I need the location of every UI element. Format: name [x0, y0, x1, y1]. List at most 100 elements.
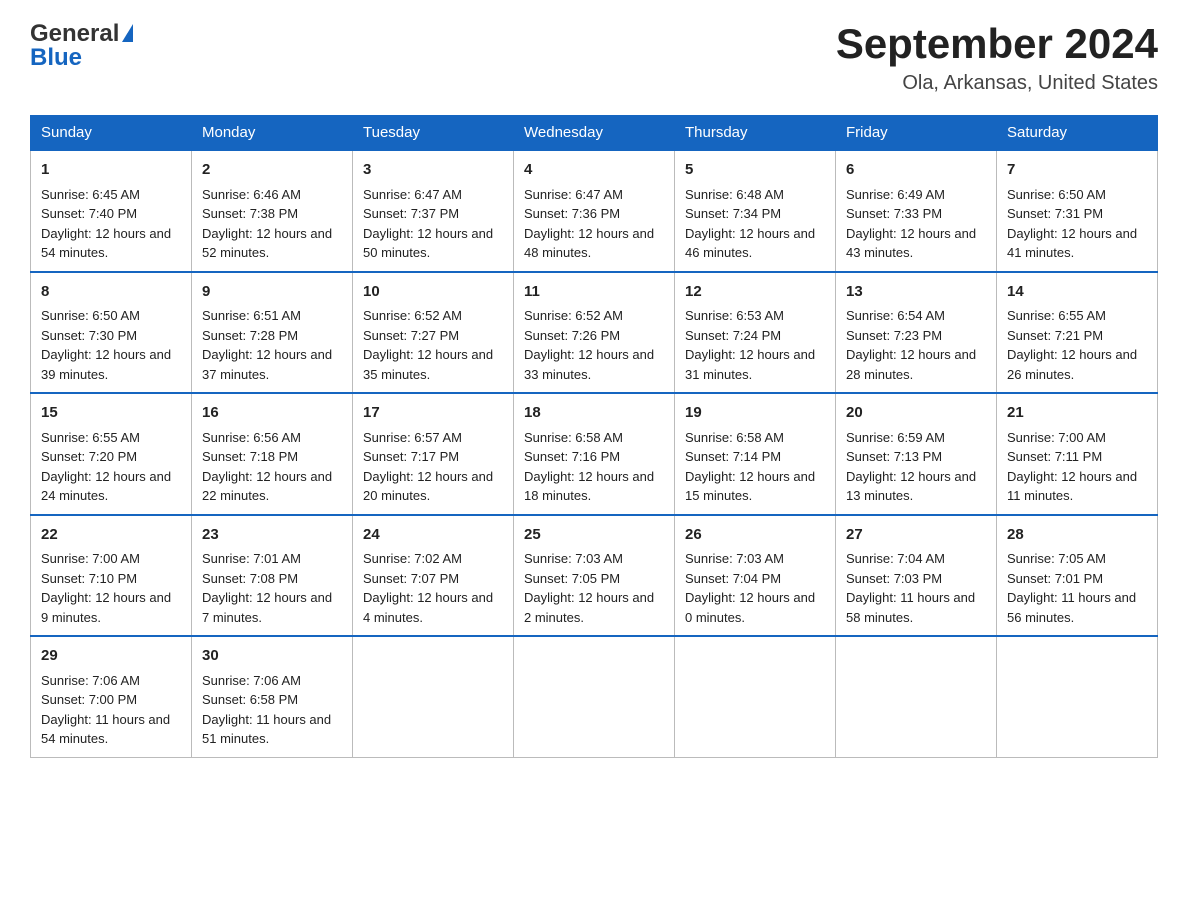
calendar-cell: 28 Sunrise: 7:05 AM Sunset: 7:01 PM Dayligh… [997, 515, 1158, 637]
daylight-text: Daylight: 12 hours and 4 minutes. [363, 590, 493, 625]
sunrise-text: Sunrise: 7:05 AM [1007, 551, 1106, 566]
calendar-cell [514, 636, 675, 757]
day-number: 28 [1007, 524, 1147, 547]
day-number: 5 [685, 159, 825, 182]
sunrise-text: Sunrise: 7:03 AM [524, 551, 623, 566]
calendar-week-3: 15Sunrise: 6:55 AMSunset: 7:20 PMDayligh… [31, 393, 1158, 515]
calendar-cell: 1Sunrise: 6:45 AMSunset: 7:40 PMDaylight… [31, 150, 192, 272]
page-header: General Blue September 2024 Ola, Arkansa… [30, 20, 1158, 95]
daylight-text: Daylight: 12 hours and 20 minutes. [363, 469, 493, 504]
month-title: September 2024 [836, 20, 1158, 68]
calendar-header-row: SundayMondayTuesdayWednesdayThursdayFrid… [31, 116, 1158, 151]
daylight-text: Daylight: 12 hours and 48 minutes. [524, 226, 654, 261]
calendar-cell: 15Sunrise: 6:55 AMSunset: 7:20 PMDayligh… [31, 393, 192, 515]
sunset-text: Sunset: 7:38 PM [202, 206, 298, 221]
daylight-text: Daylight: 12 hours and 43 minutes. [846, 226, 976, 261]
sunset-text: Sunset: 7:17 PM [363, 449, 459, 464]
calendar-cell: 12Sunrise: 6:53 AMSunset: 7:24 PMDayligh… [675, 272, 836, 394]
sunset-text: Sunset: 7:23 PM [846, 328, 942, 343]
sunrise-text: Sunrise: 6:59 AM [846, 430, 945, 445]
day-number: 19 [685, 402, 825, 425]
sunset-text: Sunset: 7:14 PM [685, 449, 781, 464]
sunset-text: Sunset: 7:16 PM [524, 449, 620, 464]
calendar-cell: 24Sunrise: 7:02 AMSunset: 7:07 PMDayligh… [353, 515, 514, 637]
sunset-text: Sunset: 7:01 PM [1007, 571, 1103, 586]
logo-blue-text: Blue [30, 44, 82, 72]
calendar-cell: 4Sunrise: 6:47 AMSunset: 7:36 PMDaylight… [514, 150, 675, 272]
sunrise-text: Sunrise: 6:57 AM [363, 430, 462, 445]
daylight-text: Daylight: 12 hours and 7 minutes. [202, 590, 332, 625]
sunrise-text: Sunrise: 6:52 AM [363, 308, 462, 323]
sunset-text: Sunset: 7:10 PM [41, 571, 137, 586]
header-tuesday: Tuesday [353, 116, 514, 151]
calendar-cell: 29Sunrise: 7:06 AMSunset: 7:00 PMDayligh… [31, 636, 192, 757]
sunset-text: Sunset: 7:18 PM [202, 449, 298, 464]
daylight-text: Daylight: 11 hours and 51 minutes. [202, 712, 331, 747]
daylight-text: Daylight: 11 hours and 54 minutes. [41, 712, 170, 747]
day-number: 26 [685, 524, 825, 547]
sunset-text: Sunset: 7:34 PM [685, 206, 781, 221]
day-number: 11 [524, 281, 664, 304]
sunrise-text: Sunrise: 7:00 AM [41, 551, 140, 566]
sunset-text: Sunset: 7:40 PM [41, 206, 137, 221]
day-number: 4 [524, 159, 664, 182]
daylight-text: Daylight: 12 hours and 52 minutes. [202, 226, 332, 261]
calendar-cell: 5Sunrise: 6:48 AMSunset: 7:34 PMDaylight… [675, 150, 836, 272]
day-number: 27 [846, 524, 986, 547]
calendar-week-2: 8Sunrise: 6:50 AMSunset: 7:30 PMDaylight… [31, 272, 1158, 394]
day-number: 14 [1007, 281, 1147, 304]
sunrise-text: Sunrise: 7:00 AM [1007, 430, 1106, 445]
header-wednesday: Wednesday [514, 116, 675, 151]
calendar-cell: 2Sunrise: 6:46 AMSunset: 7:38 PMDaylight… [192, 150, 353, 272]
daylight-text: Daylight: 12 hours and 2 minutes. [524, 590, 654, 625]
day-number: 10 [363, 281, 503, 304]
day-number: 3 [363, 159, 503, 182]
daylight-text: Daylight: 12 hours and 0 minutes. [685, 590, 815, 625]
day-number: 29 [41, 645, 181, 668]
calendar-cell: 7Sunrise: 6:50 AMSunset: 7:31 PMDaylight… [997, 150, 1158, 272]
sunrise-text: Sunrise: 6:51 AM [202, 308, 301, 323]
sunset-text: Sunset: 7:28 PM [202, 328, 298, 343]
sunset-text: Sunset: 7:31 PM [1007, 206, 1103, 221]
calendar-cell: 10Sunrise: 6:52 AMSunset: 7:27 PMDayligh… [353, 272, 514, 394]
day-number: 20 [846, 402, 986, 425]
daylight-text: Daylight: 12 hours and 33 minutes. [524, 347, 654, 382]
sunset-text: Sunset: 7:05 PM [524, 571, 620, 586]
sunrise-text: Sunrise: 7:03 AM [685, 551, 784, 566]
calendar-cell [353, 636, 514, 757]
day-number: 30 [202, 645, 342, 668]
calendar-cell: 11Sunrise: 6:52 AMSunset: 7:26 PMDayligh… [514, 272, 675, 394]
daylight-text: Daylight: 12 hours and 28 minutes. [846, 347, 976, 382]
sunrise-text: Sunrise: 6:54 AM [846, 308, 945, 323]
calendar-week-4: 22Sunrise: 7:00 AMSunset: 7:10 PMDayligh… [31, 515, 1158, 637]
daylight-text: Daylight: 11 hours and 56 minutes. [1007, 590, 1136, 625]
daylight-text: Daylight: 12 hours and 50 minutes. [363, 226, 493, 261]
day-number: 25 [524, 524, 664, 547]
title-block: September 2024 Ola, Arkansas, United Sta… [836, 20, 1158, 95]
sunset-text: Sunset: 7:30 PM [41, 328, 137, 343]
sunrise-text: Sunrise: 6:56 AM [202, 430, 301, 445]
sunset-text: Sunset: 7:33 PM [846, 206, 942, 221]
calendar-cell [675, 636, 836, 757]
sunset-text: Sunset: 7:03 PM [846, 571, 942, 586]
sunset-text: Sunset: 7:07 PM [363, 571, 459, 586]
calendar-cell: 26Sunrise: 7:03 AMSunset: 7:04 PMDayligh… [675, 515, 836, 637]
daylight-text: Daylight: 12 hours and 37 minutes. [202, 347, 332, 382]
sunrise-text: Sunrise: 6:47 AM [524, 187, 623, 202]
calendar-cell: 27Sunrise: 7:04 AMSunset: 7:03 PMDayligh… [836, 515, 997, 637]
sunrise-text: Sunrise: 6:50 AM [1007, 187, 1106, 202]
daylight-text: Daylight: 12 hours and 13 minutes. [846, 469, 976, 504]
day-number: 23 [202, 524, 342, 547]
header-saturday: Saturday [997, 116, 1158, 151]
daylight-text: Daylight: 12 hours and 11 minutes. [1007, 469, 1137, 504]
daylight-text: Daylight: 12 hours and 24 minutes. [41, 469, 171, 504]
day-number: 16 [202, 402, 342, 425]
calendar-cell [836, 636, 997, 757]
calendar-cell: 13Sunrise: 6:54 AMSunset: 7:23 PMDayligh… [836, 272, 997, 394]
day-number: 12 [685, 281, 825, 304]
sunrise-text: Sunrise: 7:06 AM [202, 673, 301, 688]
day-number: 18 [524, 402, 664, 425]
daylight-text: Daylight: 12 hours and 9 minutes. [41, 590, 171, 625]
daylight-text: Daylight: 12 hours and 54 minutes. [41, 226, 171, 261]
day-number: 2 [202, 159, 342, 182]
